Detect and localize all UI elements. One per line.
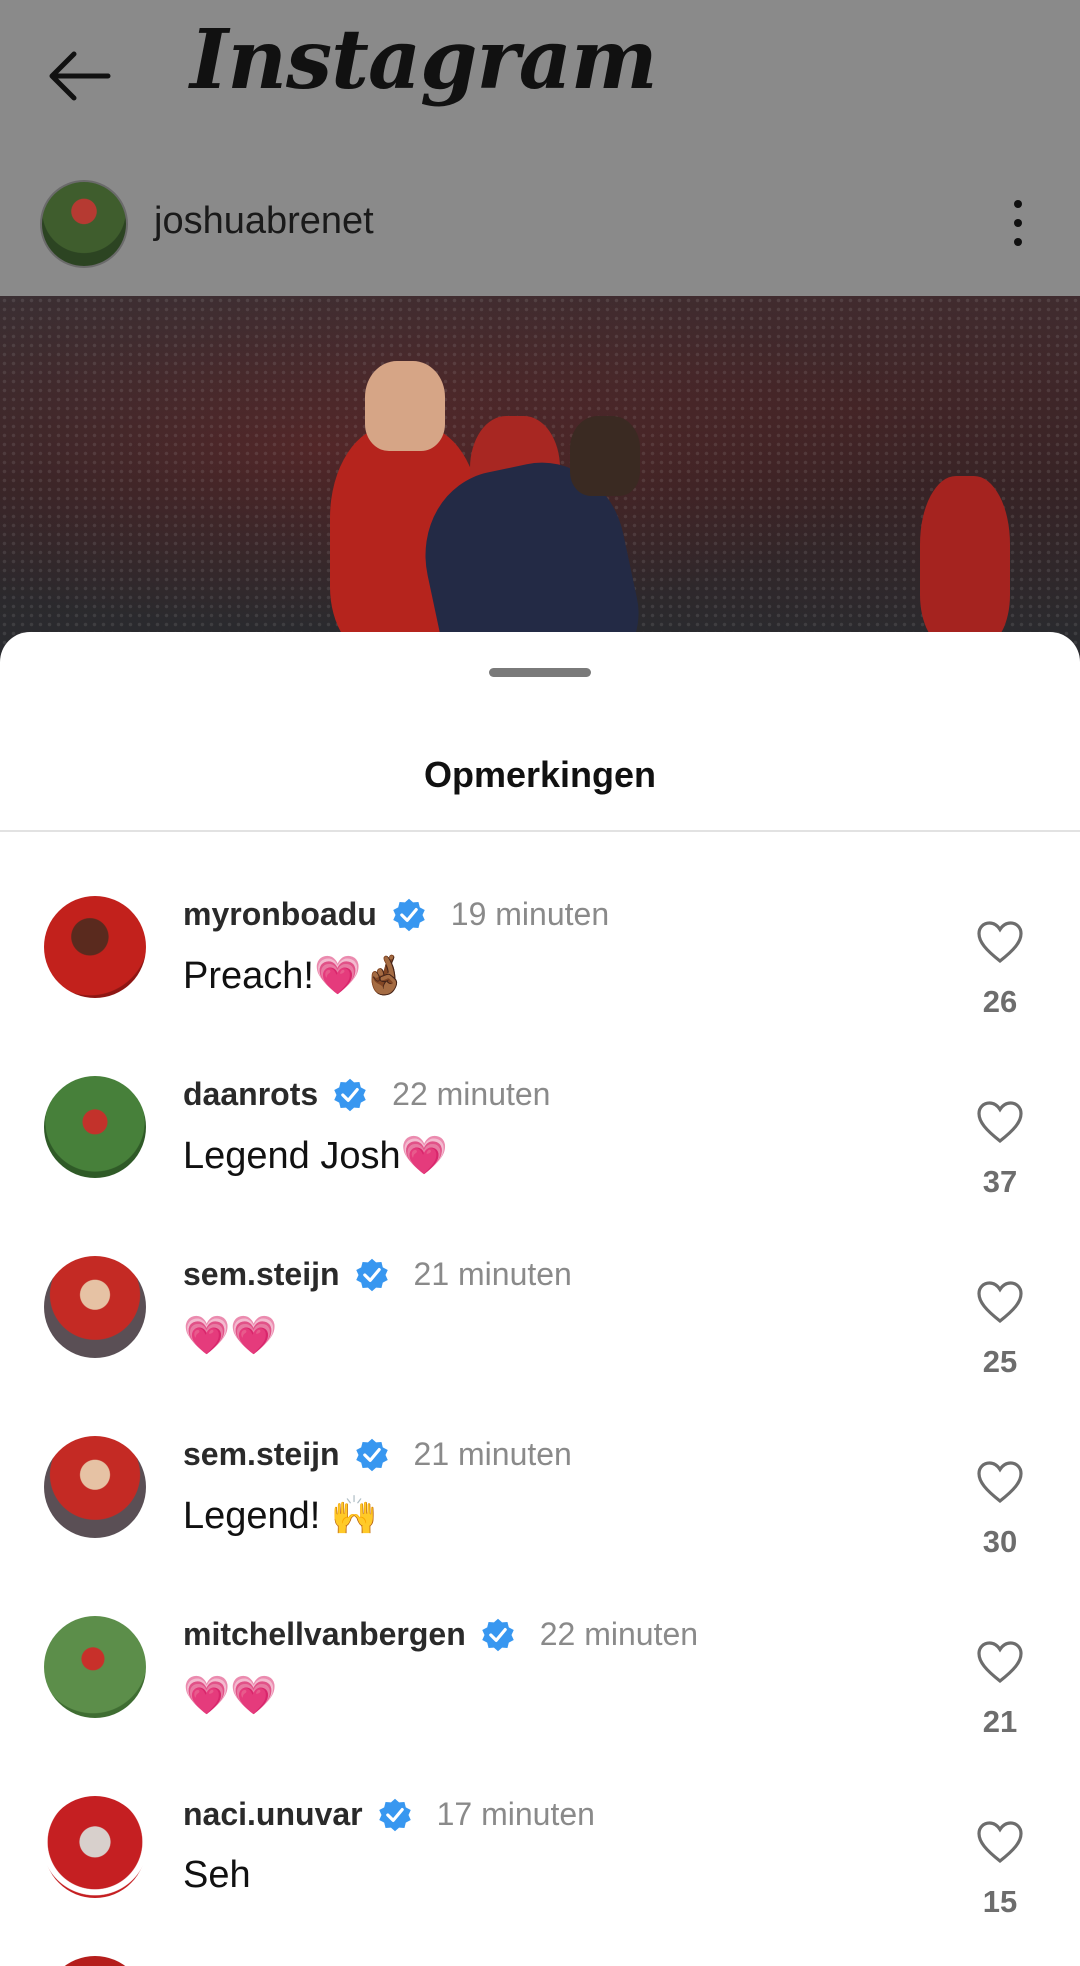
app-title: Instagram [190,12,658,108]
arrow-left-icon[interactable] [44,48,114,104]
comment-text: 💗💗 [183,1315,278,1357]
comment-item: mitchellvanbergen 22 minuten 💗💗 21 [0,1590,1080,1770]
comment-username[interactable]: daanrots [183,1076,318,1113]
like-count: 26 [982,984,1018,1019]
like-count: 21 [982,1704,1018,1739]
comment-item: sem.steijn 21 minuten 💗💗 25 [0,1230,1080,1410]
like-count: 37 [982,1164,1018,1199]
avatar[interactable] [44,896,146,998]
more-vertical-icon[interactable] [1008,200,1028,250]
heart-icon[interactable] [976,1640,1024,1684]
comment-time: 21 minuten [413,1256,572,1292]
comment-item: myronboadu 19 minuten Preach!💗🤞🏾 26 [0,870,1080,1050]
like-count: 30 [982,1524,1018,1559]
post-author-avatar[interactable] [40,180,128,268]
comment-item: sem.steijn 21 minuten Legend! 🙌 30 [0,1410,1080,1590]
avatar[interactable] [44,1796,146,1898]
sheet-title: Opmerkingen [423,754,657,795]
heart-icon[interactable] [976,1100,1024,1144]
post-author-username[interactable]: joshuabrenet [154,200,374,243]
drag-handle[interactable] [489,668,591,677]
heart-icon[interactable] [976,920,1024,964]
avatar[interactable] [44,1436,146,1538]
heart-icon[interactable] [976,1280,1024,1324]
comment-time: 19 minuten [450,896,610,932]
comment-username[interactable]: sem.steijn [183,1256,340,1293]
comment-username[interactable]: naci.unuvar [183,1796,363,1833]
comment-text: 💗💗 [183,1675,278,1717]
verified-badge-icon [355,1438,388,1471]
heart-icon[interactable] [976,1460,1024,1504]
avatar[interactable] [44,1956,146,1966]
post-photo [0,296,1080,676]
comment-username[interactable]: mitchellvanbergen [183,1616,466,1653]
verified-badge-icon [355,1258,388,1291]
comments-sheet: Opmerkingen myronboadu 19 minuten Preach… [0,632,1080,1966]
like-count: 25 [982,1344,1018,1379]
comment-text: Legend Josh💗 [183,1135,448,1177]
top-app-bar: Instagram joshuabrenet [0,0,1080,296]
comment-time: 22 minuten [392,1076,551,1112]
comment-time: 21 minuten [413,1436,572,1472]
heart-icon[interactable] [976,1820,1024,1864]
comment-time: 22 minuten [539,1616,699,1652]
verified-badge-icon [334,1078,366,1111]
comment-text: Seh [183,1854,251,1896]
comment-text: Legend! 🙌 [183,1495,379,1537]
comment-time: 17 minuten [436,1796,595,1832]
avatar[interactable] [44,1256,146,1358]
comment-item: naci.unuvar 17 minuten Seh 15 [0,1770,1080,1950]
comment-item: daanrots 22 minuten Legend Josh💗 37 [0,1050,1080,1230]
avatar[interactable] [44,1076,146,1178]
verified-badge-icon [393,898,425,931]
verified-badge-icon [378,1798,411,1831]
divider [0,830,1080,832]
verified-badge-icon [482,1618,514,1651]
comment-text: Preach!💗🤞🏾 [183,955,409,997]
avatar[interactable] [44,1616,146,1718]
like-count: 15 [982,1884,1018,1919]
comment-username[interactable]: myronboadu [183,896,377,933]
comment-username[interactable]: sem.steijn [183,1436,340,1473]
